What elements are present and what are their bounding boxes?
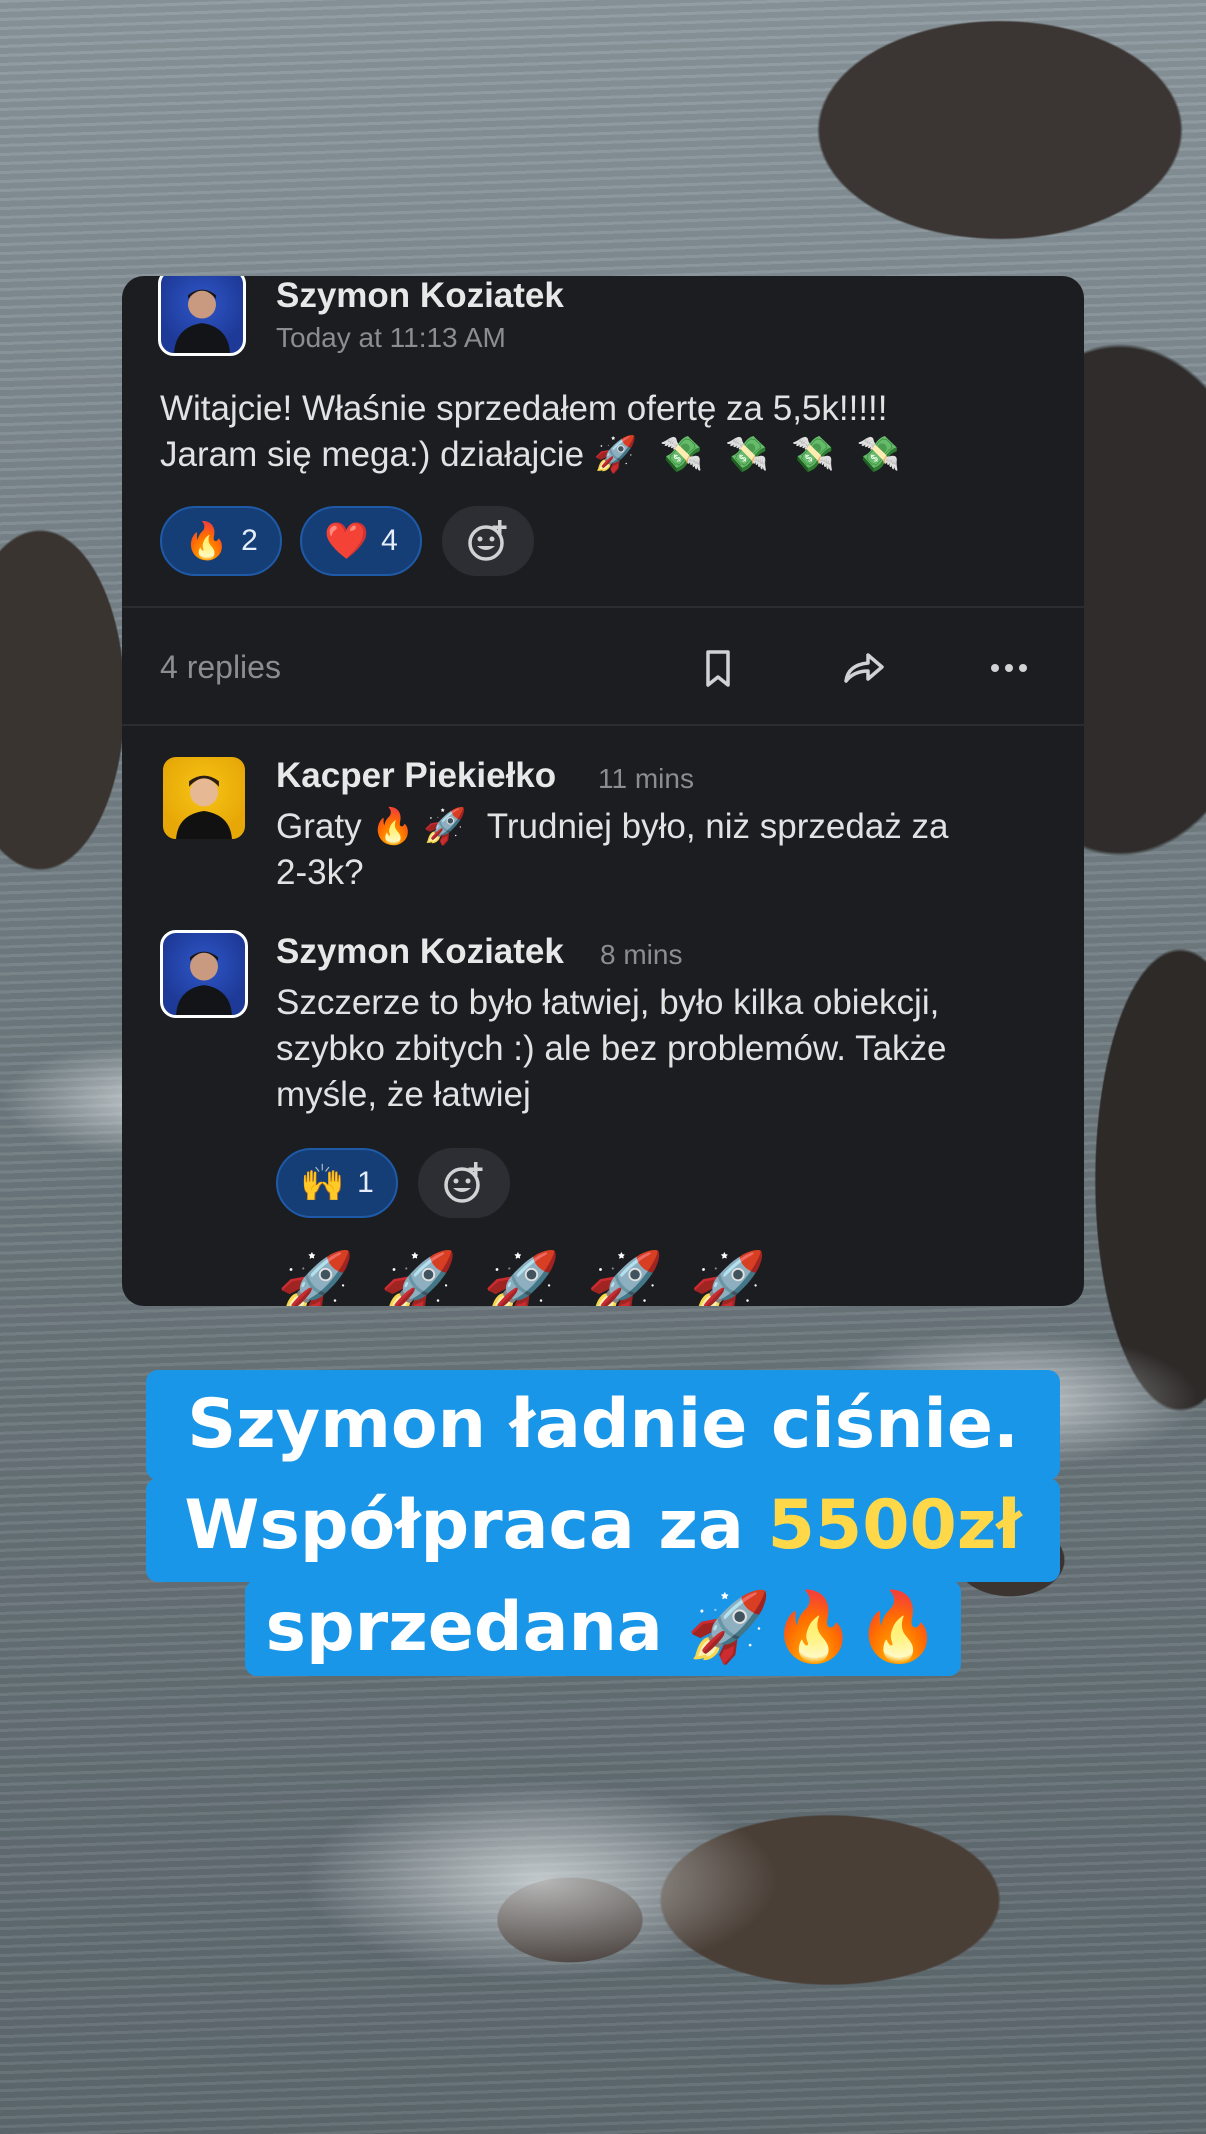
reply-text-line2: szybko zbitych :) ale bez problemów. Tak…	[276, 1029, 947, 1068]
post-text-line2: Jaram się mega:) działajcie 🚀 💸 💸 💸 💸	[160, 432, 1060, 478]
reply-text-suffix: Trudniej było, niż sprzedaż za	[486, 807, 949, 846]
reaction-count: 2	[241, 524, 258, 557]
more-icon[interactable]	[986, 645, 1032, 691]
reply-text-prefix: Graty	[276, 807, 362, 846]
divider	[122, 724, 1084, 726]
reply-text-line3: myśle, że łatwiej	[276, 1075, 531, 1114]
money-wings-emoji: 💸	[659, 435, 704, 474]
reply-text-line2: 2-3k?	[276, 853, 364, 892]
thread-replies-count[interactable]: 4 replies	[160, 649, 281, 686]
post-text-line2-text: Jaram się mega:) działajcie	[160, 435, 585, 474]
bookmark-icon[interactable]	[695, 645, 741, 691]
reaction-heart[interactable]: ❤️ 4	[300, 506, 422, 576]
reply-author[interactable]: Szymon Koziatek	[276, 932, 564, 972]
reply-text-line1: Graty 🔥 🚀 Trudniej było, niż sprzedaż za	[276, 804, 1066, 850]
fire-emoji: 🔥	[184, 520, 230, 561]
reply-time[interactable]: 11 mins	[598, 763, 694, 795]
avatar[interactable]	[160, 930, 248, 1018]
sea-foam	[300, 1780, 780, 1980]
caption-line2-text: Współpraca za	[184, 1486, 768, 1565]
rocket-emoji-row: 🚀🚀🚀🚀🚀	[277, 1250, 793, 1306]
reply-time[interactable]: 8 mins	[600, 939, 682, 971]
reaction-count: 1	[357, 1166, 374, 1199]
post-text: Witajcie! Właśnie sprzedałem ofertę za 5…	[160, 386, 1060, 478]
reply-text: Graty 🔥 🚀 Trudniej było, niż sprzedaż za…	[276, 804, 1066, 896]
caption-line3: sprzedana 🚀🔥🔥	[245, 1580, 961, 1676]
raised-hands-emoji: 🙌	[300, 1162, 346, 1203]
post-timestamp[interactable]: Today at 11:13 AM	[276, 322, 506, 354]
add-reaction-button[interactable]	[418, 1148, 510, 1218]
reply-text: Szczerze to było łatwiej, było kilka obi…	[276, 980, 1066, 1118]
heart-emoji: ❤️	[324, 520, 370, 561]
reaction-fire[interactable]: 🔥 2	[160, 506, 282, 576]
reply-author[interactable]: Kacper Piekiełko	[276, 756, 556, 796]
share-icon[interactable]	[840, 645, 886, 691]
reaction-raised-hands[interactable]: 🙌 1	[276, 1148, 398, 1218]
money-wings-emoji: 💸	[725, 435, 769, 474]
fire-emoji: 🔥	[371, 807, 415, 846]
add-reaction-button[interactable]	[442, 506, 534, 576]
post-text-line1: Witajcie! Właśnie sprzedałem ofertę za 5…	[160, 389, 888, 428]
add-emoji-icon	[444, 1162, 483, 1203]
caption-line2: Współpraca za 5500zł	[146, 1478, 1060, 1582]
caption-price-highlight: 5500zł	[767, 1486, 1022, 1565]
money-wings-emoji: 💸	[791, 435, 835, 474]
divider	[122, 606, 1084, 608]
reaction-count: 4	[381, 524, 398, 557]
slack-message-card: Szymon Koziatek Today at 11:13 AM Witajc…	[122, 276, 1084, 1306]
money-wings-emoji: 💸	[856, 435, 901, 474]
avatar[interactable]	[158, 276, 246, 356]
caption-line1: Szymon ładnie ciśnie.	[146, 1370, 1060, 1480]
reply-text-line1: Szczerze to było łatwiej, było kilka obi…	[276, 983, 940, 1022]
rocket-emoji: 🚀	[593, 435, 638, 474]
avatar[interactable]	[160, 754, 248, 842]
rocket-emoji: 🚀	[423, 807, 467, 846]
post-author[interactable]: Szymon Koziatek	[276, 276, 564, 316]
add-emoji-icon	[468, 520, 507, 561]
